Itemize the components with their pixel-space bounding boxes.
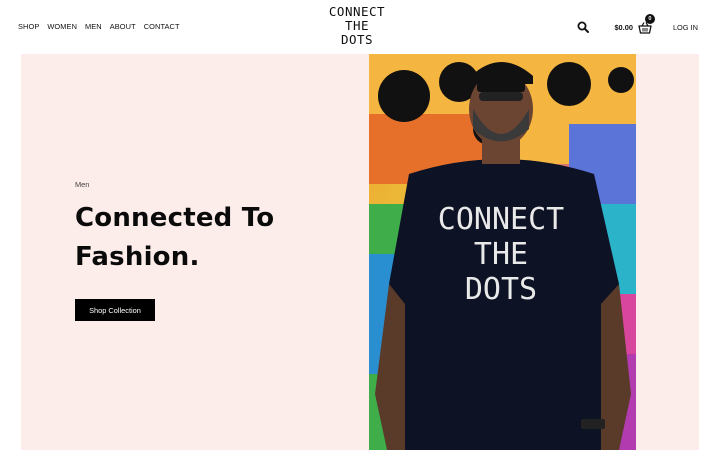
- header-actions: $0.00 0 LOG IN: [577, 14, 698, 36]
- login-link[interactable]: LOG IN: [673, 23, 698, 32]
- hero-eyebrow: Men: [75, 180, 90, 189]
- hero-headline-line-2: Fashion.: [75, 242, 200, 272]
- logo-line-3: DOTS: [340, 32, 374, 47]
- site-logo[interactable]: CONNECT THE DOTS: [328, 4, 386, 49]
- main-nav: SHOP WOMEN MEN ABOUT CONTACT: [18, 22, 180, 31]
- hero-headline-line-1: Connected To: [75, 203, 275, 233]
- hero-banner: Men Connected To Fashion. Shop Collectio…: [21, 54, 699, 450]
- cart-button[interactable]: 0: [638, 14, 655, 34]
- nav-contact[interactable]: CONTACT: [144, 22, 180, 31]
- logo-line-2: THE: [344, 18, 370, 33]
- cart-count-badge: 0: [644, 14, 655, 24]
- nav-shop[interactable]: SHOP: [18, 22, 39, 31]
- hero-text: Men Connected To Fashion. Shop Collectio…: [75, 180, 315, 321]
- model-photo-illustration: CONNECT THE DOTS: [369, 54, 636, 450]
- nav-about[interactable]: ABOUT: [110, 22, 136, 31]
- shirt-print-line-1: CONNECT: [438, 202, 564, 237]
- cart-amount[interactable]: $0.00: [614, 23, 633, 32]
- hero-model-photo: CONNECT THE DOTS: [369, 54, 636, 450]
- shirt-print-line-2: THE: [474, 237, 528, 272]
- nav-men[interactable]: MEN: [85, 22, 102, 31]
- search-icon[interactable]: [577, 21, 590, 33]
- shirt-print-line-3: DOTS: [465, 272, 537, 307]
- nav-women[interactable]: WOMEN: [47, 22, 77, 31]
- logo-line-1: CONNECT: [328, 4, 386, 19]
- hero-headline: Connected To Fashion.: [75, 199, 315, 277]
- site-header: SHOP WOMEN MEN ABOUT CONTACT CONNECT THE…: [0, 0, 720, 54]
- shop-collection-button[interactable]: Shop Collection: [75, 299, 155, 321]
